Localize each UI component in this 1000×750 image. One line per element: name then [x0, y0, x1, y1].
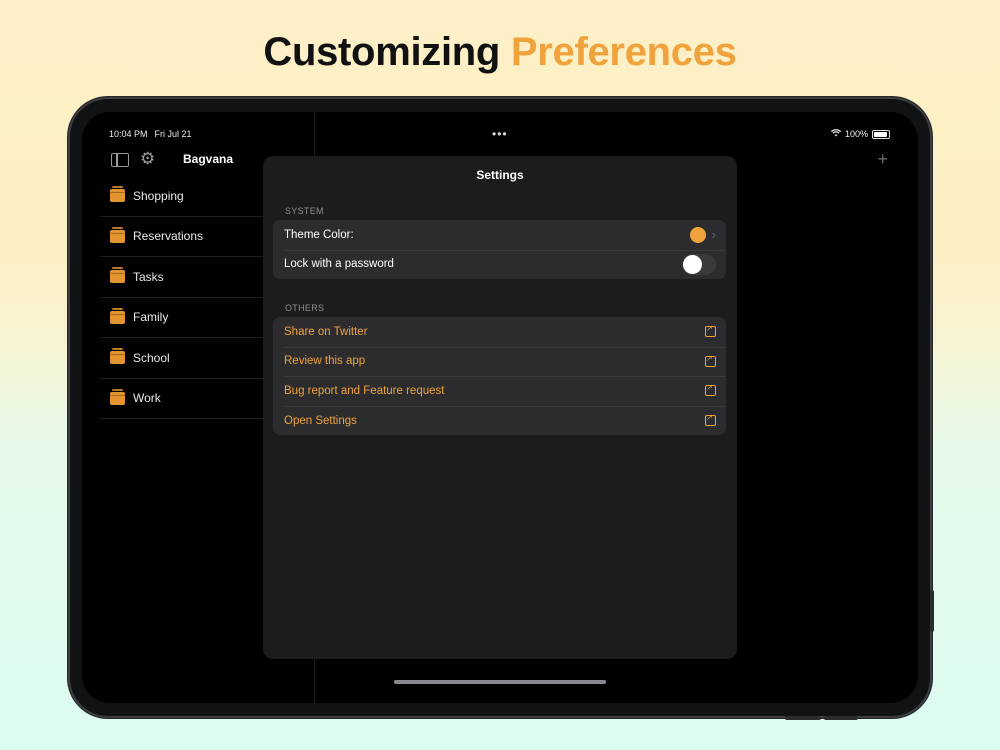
- side-button: [930, 590, 934, 632]
- volume-button: [824, 716, 858, 720]
- home-indicator[interactable]: [394, 680, 606, 684]
- folder-icon: [110, 226, 125, 243]
- settings-sheet: Settings SYSTEM Theme Color: › Lock with…: [263, 156, 737, 659]
- open-settings-row[interactable]: Open Settings: [273, 405, 726, 436]
- theme-color-label: Theme Color:: [284, 228, 354, 241]
- lock-password-label: Lock with a password: [284, 258, 394, 271]
- section-header-others: OTHERS: [285, 303, 325, 313]
- review-app-row[interactable]: Review this app: [273, 346, 726, 377]
- battery-icon: [872, 129, 890, 139]
- folder-label: School: [133, 350, 170, 365]
- status-indicators: 100%: [830, 129, 890, 139]
- theme-color-swatch[interactable]: [689, 226, 706, 243]
- theme-color-row[interactable]: Theme Color: ›: [273, 220, 726, 250]
- external-link-icon: [705, 383, 716, 397]
- open-settings-label: Open Settings: [284, 414, 357, 427]
- bug-report-label: Bug report and Feature request: [284, 384, 445, 397]
- sidebar-toggle-icon[interactable]: [111, 153, 129, 167]
- volume-button: [785, 716, 821, 720]
- folder-icon: [110, 348, 125, 365]
- folder-icon: [110, 267, 125, 284]
- folder-label: Work: [133, 391, 161, 406]
- lock-password-row: Lock with a password: [273, 249, 726, 280]
- folder-icon: [110, 307, 125, 324]
- lock-password-toggle[interactable]: [682, 253, 716, 275]
- settings-title: Settings: [476, 168, 524, 182]
- plus-icon[interactable]: +: [877, 149, 888, 170]
- battery-percent: 100%: [844, 129, 868, 139]
- wifi-icon: [830, 129, 842, 139]
- folder-icon: [110, 186, 125, 203]
- section-header-system: SYSTEM: [285, 206, 324, 216]
- folder-label: Family: [133, 310, 169, 325]
- review-app-label: Review this app: [284, 355, 366, 368]
- others-group: Share on Twitter Review this app Bug rep…: [273, 317, 726, 436]
- status-time-text: 10:04 PM: [109, 129, 148, 139]
- folder-label: Reservations: [133, 229, 204, 244]
- folder-label: Tasks: [133, 269, 164, 284]
- status-time: 10:04 PM Fri Jul 21: [109, 129, 192, 139]
- toggle-knob: [683, 254, 702, 274]
- external-link-icon: [705, 413, 716, 427]
- headline-accent: Preferences: [510, 30, 737, 74]
- chevron-right-icon: ›: [711, 227, 716, 243]
- folder-icon: [110, 388, 125, 405]
- bug-report-row[interactable]: Bug report and Feature request: [273, 376, 726, 406]
- sidebar-title: Bagvana: [183, 152, 234, 166]
- status-date-text: Fri Jul 21: [154, 129, 192, 139]
- headline-part1: Customizing: [263, 30, 511, 74]
- external-link-icon: [705, 354, 716, 367]
- gear-icon[interactable]: ⚙: [140, 150, 155, 167]
- multitask-dots[interactable]: •••: [492, 127, 508, 141]
- external-link-icon: [705, 324, 716, 338]
- headline: Customizing Preferences: [0, 30, 1000, 75]
- share-twitter-row[interactable]: Share on Twitter: [273, 317, 726, 347]
- screen: ⚙ Bagvana Shopping Reservations Tasks Fa…: [82, 112, 918, 703]
- system-group: Theme Color: › Lock with a password: [273, 220, 726, 280]
- folder-label: Shopping: [133, 188, 184, 203]
- share-twitter-label: Share on Twitter: [284, 325, 368, 338]
